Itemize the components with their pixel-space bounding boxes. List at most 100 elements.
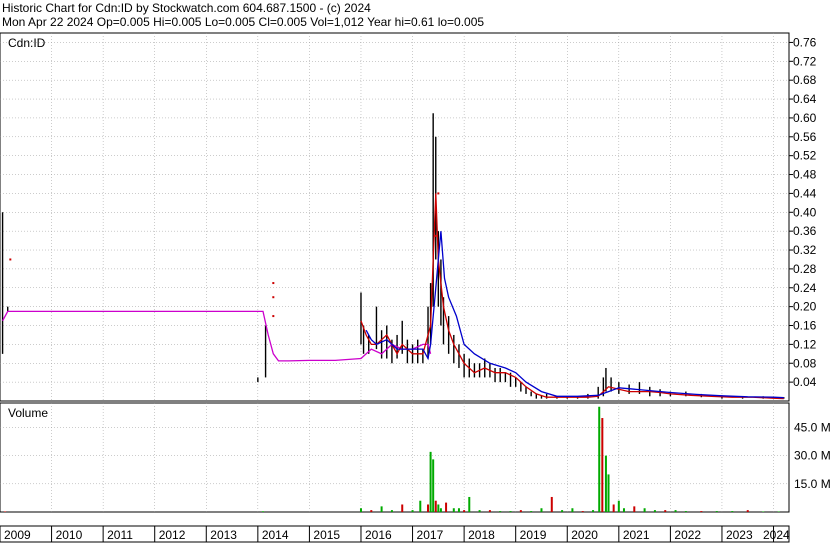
volume-bar xyxy=(633,506,636,512)
volume-bar xyxy=(571,508,574,512)
close-marker xyxy=(272,315,275,318)
volume-bar xyxy=(604,455,607,512)
volume-bar xyxy=(581,511,584,512)
year-label: 2012 xyxy=(159,528,186,542)
volume-bar xyxy=(359,508,362,512)
volume-bar xyxy=(463,510,466,512)
price-tick-label: 0.16 xyxy=(793,319,817,333)
volume-tick-label: 30.0 M xyxy=(794,449,830,463)
volume-bar xyxy=(643,508,646,512)
year-label: 2014 xyxy=(262,528,289,542)
volume-bar xyxy=(439,508,442,512)
price-tick-label: 0.20 xyxy=(793,300,817,314)
volume-bar xyxy=(452,508,455,512)
volume-bars xyxy=(4,406,780,512)
volume-bar xyxy=(432,459,435,512)
stock-chart: 0.76 0.72 0.68 0.64 0.60 0.56 0.52 0.48 0.44 0.40… xyxy=(0,32,830,543)
volume-bar xyxy=(674,510,677,512)
volume-bar xyxy=(419,500,422,512)
volume-bar xyxy=(777,511,780,512)
volume-bar xyxy=(598,406,601,512)
volume-bar xyxy=(519,510,522,512)
volume-panel-frame xyxy=(0,402,790,513)
year-label: 2013 xyxy=(210,528,237,542)
volume-bar xyxy=(617,500,620,512)
price-tick-label: 0.60 xyxy=(793,111,817,125)
volume-bar xyxy=(715,511,718,512)
volume-bar xyxy=(488,510,491,512)
volume-bar xyxy=(509,511,512,512)
volume-bar xyxy=(429,451,432,512)
volume-bar xyxy=(607,474,610,512)
volume-tick-label: 45.0 M xyxy=(794,420,830,434)
volume-bar xyxy=(731,511,734,512)
volume-bar xyxy=(370,510,373,512)
price-tick-label: 0.72 xyxy=(793,54,817,68)
close-marker xyxy=(272,296,275,299)
volume-bar xyxy=(457,508,460,512)
volume-bar xyxy=(499,511,502,512)
volume-bar xyxy=(401,504,404,512)
price-tick-label: 0.76 xyxy=(793,35,817,49)
volume-grid xyxy=(0,403,789,512)
volume-bar xyxy=(434,500,437,512)
close-marker xyxy=(272,282,275,285)
year-label: 2009 xyxy=(4,528,31,542)
year-label: 2023 xyxy=(726,528,753,542)
price-tick-label: 0.36 xyxy=(793,224,817,238)
volume-bar xyxy=(612,504,615,512)
year-label: 2017 xyxy=(417,528,444,542)
price-panel-title: Cdn:ID xyxy=(8,36,46,50)
volume-bar xyxy=(592,510,595,512)
price-tick-label: 0.28 xyxy=(793,262,817,276)
year-label: 2021 xyxy=(623,528,650,542)
year-label: 2016 xyxy=(365,528,392,542)
volume-bar xyxy=(622,508,625,512)
year-label: 2022 xyxy=(674,528,701,542)
volume-bar xyxy=(550,496,553,512)
price-tick-label: 0.56 xyxy=(793,130,817,144)
volume-bar xyxy=(561,510,564,512)
volume-bar xyxy=(445,502,448,512)
price-tick-label: 0.40 xyxy=(793,205,817,219)
volume-bar xyxy=(746,510,749,512)
year-label: 2018 xyxy=(468,528,495,542)
volume-bar xyxy=(478,510,481,512)
moving-average-lines xyxy=(2,193,784,400)
volume-bar xyxy=(262,511,264,512)
volume-bar xyxy=(540,508,543,512)
close-marker xyxy=(434,234,437,237)
volume-bar xyxy=(468,496,471,512)
price-tick-label: 0.64 xyxy=(793,92,817,106)
close-marker xyxy=(437,192,440,195)
time-x-axis: 2009 2010 2011 2012 2013 2014 2015 2016 2017 2018… xyxy=(4,526,790,542)
volume-bar xyxy=(684,511,687,512)
price-tick-label: 0.68 xyxy=(793,73,817,87)
year-label: 2010 xyxy=(56,528,83,542)
year-label: 2015 xyxy=(313,528,340,542)
volume-bar xyxy=(762,511,765,512)
volume-bar xyxy=(4,511,7,512)
moving-average-medium-line xyxy=(365,231,784,399)
volume-bar xyxy=(653,510,656,512)
price-tick-label: 0.08 xyxy=(793,356,817,370)
volume-bar xyxy=(601,418,604,512)
volume-bar xyxy=(390,510,393,512)
price-tick-label: 0.48 xyxy=(793,168,817,182)
price-bars xyxy=(1,113,785,399)
price-tick-label: 0.04 xyxy=(793,375,817,389)
year-label: 2011 xyxy=(107,528,133,542)
volume-bar xyxy=(664,510,667,512)
volume-bar xyxy=(427,504,430,512)
moving-average-short-line xyxy=(360,193,784,400)
volume-panel-title: Volume xyxy=(8,406,48,420)
year-label: 2019 xyxy=(520,528,547,542)
volume-bar xyxy=(530,511,533,512)
price-tick-label: 0.12 xyxy=(793,337,817,351)
year-label: 2024 xyxy=(763,528,790,542)
close-marker xyxy=(9,258,12,261)
volume-bar xyxy=(411,510,414,512)
volume-bar xyxy=(437,504,440,512)
volume-y-axis: 45.0 M 30.0 M 15.0 M xyxy=(794,420,830,490)
volume-bar xyxy=(380,506,383,512)
